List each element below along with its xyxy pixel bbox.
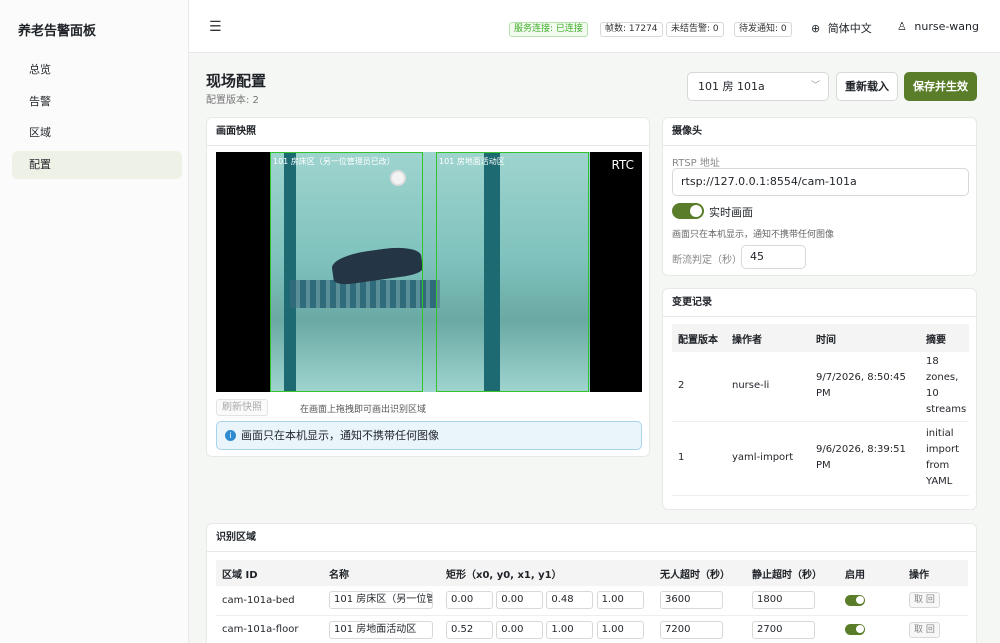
top-bar: ☰ 服务连接: 已连接 帧数: 17274 未结告警: 0 待发通知: 0 ⊕ …: [189, 0, 1000, 53]
privacy-info-banner: i 画面只在本机显示，通知不携带任何图像: [216, 421, 642, 450]
chevron-down-icon: ﹀: [810, 81, 820, 91]
zones-card-title: 识别区域: [207, 524, 976, 552]
service-status-badge: 服务连接: 已连接: [509, 22, 588, 37]
language-label: 简体中文: [827, 22, 872, 35]
zone-y0-input[interactable]: 0.00: [496, 591, 544, 610]
sidebar-item-alerts[interactable]: 告警: [12, 88, 182, 116]
rtsp-label: RTSP 地址: [672, 158, 720, 169]
sidebar-nav: 总览 告警 区域 配置: [12, 56, 182, 182]
table-row: cam-101a-bed 101 房床区（另一位管理员已改） 0.00 0.00…: [216, 586, 968, 616]
zone-revert-button[interactable]: 取 回: [909, 621, 940, 638]
rtsp-input[interactable]: rtsp://127.0.0.1:8554/cam-101a: [672, 168, 969, 196]
snapshot-card: 画面快照 101 房床区（另一位管理员已改） 101 房地面活动区 RTC 刷新…: [206, 117, 650, 457]
history-col-operator: 操作者: [726, 324, 810, 352]
zones-col-actions: 操作: [903, 560, 968, 586]
zone-x0-input[interactable]: 0.52: [446, 620, 493, 639]
history-time: 9/6/2026, 8:39:51 PM: [810, 421, 920, 496]
zone-still-timeout-input[interactable]: 1800: [752, 591, 815, 610]
table-row: 1 yaml-import 9/6/2026, 8:39:51 PM initi…: [672, 421, 969, 496]
sidebar: 养老告警面板 总览 告警 区域 配置: [0, 0, 189, 643]
sidebar-item-config[interactable]: 配置: [12, 150, 182, 179]
globe-icon: ⊕: [811, 22, 821, 35]
zone-overlay-label: 101 房地面活动区: [439, 157, 505, 166]
info-icon: i: [225, 430, 236, 441]
zone-still-timeout-input[interactable]: 2700: [752, 620, 815, 639]
page-title: 现场配置: [206, 72, 267, 90]
history-operator: nurse-li: [726, 352, 810, 422]
menu-icon[interactable]: ☰: [209, 19, 222, 35]
camera-card-title: 摄像头: [663, 118, 976, 146]
table-row: 2 nurse-li 9/7/2026, 8:50:45 PM 18 zones…: [672, 352, 969, 422]
table-row: cam-101a-floor 101 房地面活动区 0.52 0.00 1.00…: [216, 615, 968, 643]
zone-y1-input[interactable]: 1.00: [596, 620, 644, 639]
zone-revert-button[interactable]: 取 回: [909, 592, 940, 609]
history-header-row: 配置版本 操作者 时间 摘要: [672, 324, 969, 352]
zone-x1-input[interactable]: 0.48: [546, 591, 594, 610]
history-version: 2: [672, 352, 726, 422]
pending-notifications-badge: 待发通知: 0: [734, 22, 792, 37]
history-operator: yaml-import: [726, 421, 810, 496]
zone-absent-timeout-input[interactable]: 3600: [660, 591, 723, 610]
zone-y1-input[interactable]: 1.00: [596, 591, 644, 610]
history-card: 变更记录 配置版本 操作者 时间 摘要 2 nurse-li 9/7/2026,…: [662, 288, 977, 510]
stream-timeout-input[interactable]: 45: [741, 245, 806, 269]
open-alerts-badge: 未结告警: 0: [666, 22, 724, 37]
refresh-snapshot-button[interactable]: 刷新快照: [216, 399, 268, 416]
zone-enabled-toggle[interactable]: [845, 623, 865, 635]
live-view-label: 实时画面: [709, 206, 753, 219]
zone-y0-input[interactable]: 0.00: [496, 620, 544, 639]
camera-select[interactable]: 101 房 101a ﹀: [687, 72, 829, 101]
zone-name-input[interactable]: 101 房床区（另一位管理员已改）: [329, 591, 433, 610]
user-name: nurse-wang: [914, 20, 979, 33]
zone-overlay-floor[interactable]: 101 房地面活动区: [436, 152, 589, 392]
zones-col-id: 区域 ID: [216, 560, 323, 586]
history-col-summary: 摘要: [920, 324, 969, 352]
snapshot-card-title: 画面快照: [207, 118, 649, 146]
zones-col-still-timeout: 静止超时（秒）: [746, 560, 839, 586]
zones-col-rect: 矩形（x0, y0, x1, y1）: [440, 560, 654, 586]
history-summary: initial import from YAML: [920, 421, 969, 496]
history-card-title: 变更记录: [663, 289, 976, 317]
zone-absent-timeout-input[interactable]: 7200: [660, 620, 723, 639]
zones-col-enabled: 启用: [839, 560, 903, 586]
zone-name-input[interactable]: 101 房地面活动区: [329, 620, 433, 639]
zone-enabled-toggle[interactable]: [845, 594, 865, 606]
sidebar-item-zones[interactable]: 区域: [12, 119, 182, 147]
draw-hint: 在画面上拖拽即可画出识别区域: [300, 405, 427, 415]
zones-card: 识别区域 区域 ID 名称 矩形（x0, y0, x1, y1） 无人超时（秒）…: [206, 523, 977, 643]
user-menu[interactable]: ♙ nurse-wang: [897, 20, 979, 33]
zone-overlay-label: 101 房床区（另一位管理员已改）: [273, 157, 395, 166]
zone-id: cam-101a-floor: [216, 615, 323, 643]
zone-x0-input[interactable]: 0.00: [446, 591, 493, 610]
privacy-note: 画面只在本机显示，通知不携带任何图像: [672, 230, 835, 240]
zones-header-row: 区域 ID 名称 矩形（x0, y0, x1, y1） 无人超时（秒） 静止超时…: [216, 560, 968, 586]
zones-col-absent-timeout: 无人超时（秒）: [654, 560, 746, 586]
language-switch[interactable]: ⊕ 简体中文: [811, 20, 872, 36]
live-view-toggle[interactable]: [672, 203, 704, 219]
frames-badge: 帧数: 17274: [600, 22, 663, 37]
zones-col-name: 名称: [323, 560, 440, 586]
camera-select-value: 101 房 101a: [698, 80, 765, 93]
rtc-tag: RTC: [611, 158, 634, 172]
config-version: 配置版本: 2: [206, 95, 259, 106]
history-time: 9/7/2026, 8:50:45 PM: [810, 352, 920, 422]
history-col-version: 配置版本: [672, 324, 726, 352]
camera-snapshot[interactable]: 101 房床区（另一位管理员已改） 101 房地面活动区 RTC: [216, 152, 642, 392]
save-apply-button[interactable]: 保存并生效: [904, 72, 977, 101]
user-icon: ♙: [897, 20, 907, 33]
history-col-time: 时间: [810, 324, 920, 352]
stream-timeout-label: 断流判定（秒）: [672, 255, 742, 266]
reload-button[interactable]: 重新载入: [836, 72, 898, 101]
zones-table: 区域 ID 名称 矩形（x0, y0, x1, y1） 无人超时（秒） 静止超时…: [216, 560, 968, 643]
brand-title: 养老告警面板: [18, 24, 97, 39]
zone-overlay-bed[interactable]: 101 房床区（另一位管理员已改）: [270, 152, 423, 392]
history-table: 配置版本 操作者 时间 摘要 2 nurse-li 9/7/2026, 8:50…: [672, 324, 969, 496]
sidebar-item-overview[interactable]: 总览: [12, 56, 182, 84]
camera-card: 摄像头 RTSP 地址 rtsp://127.0.0.1:8554/cam-10…: [662, 117, 977, 276]
history-summary: 18 zones, 10 streams: [920, 352, 969, 422]
privacy-info-text: 画面只在本机显示，通知不携带任何图像: [241, 429, 439, 442]
zone-id: cam-101a-bed: [216, 586, 323, 616]
zone-x1-input[interactable]: 1.00: [546, 620, 594, 639]
history-version: 1: [672, 421, 726, 496]
